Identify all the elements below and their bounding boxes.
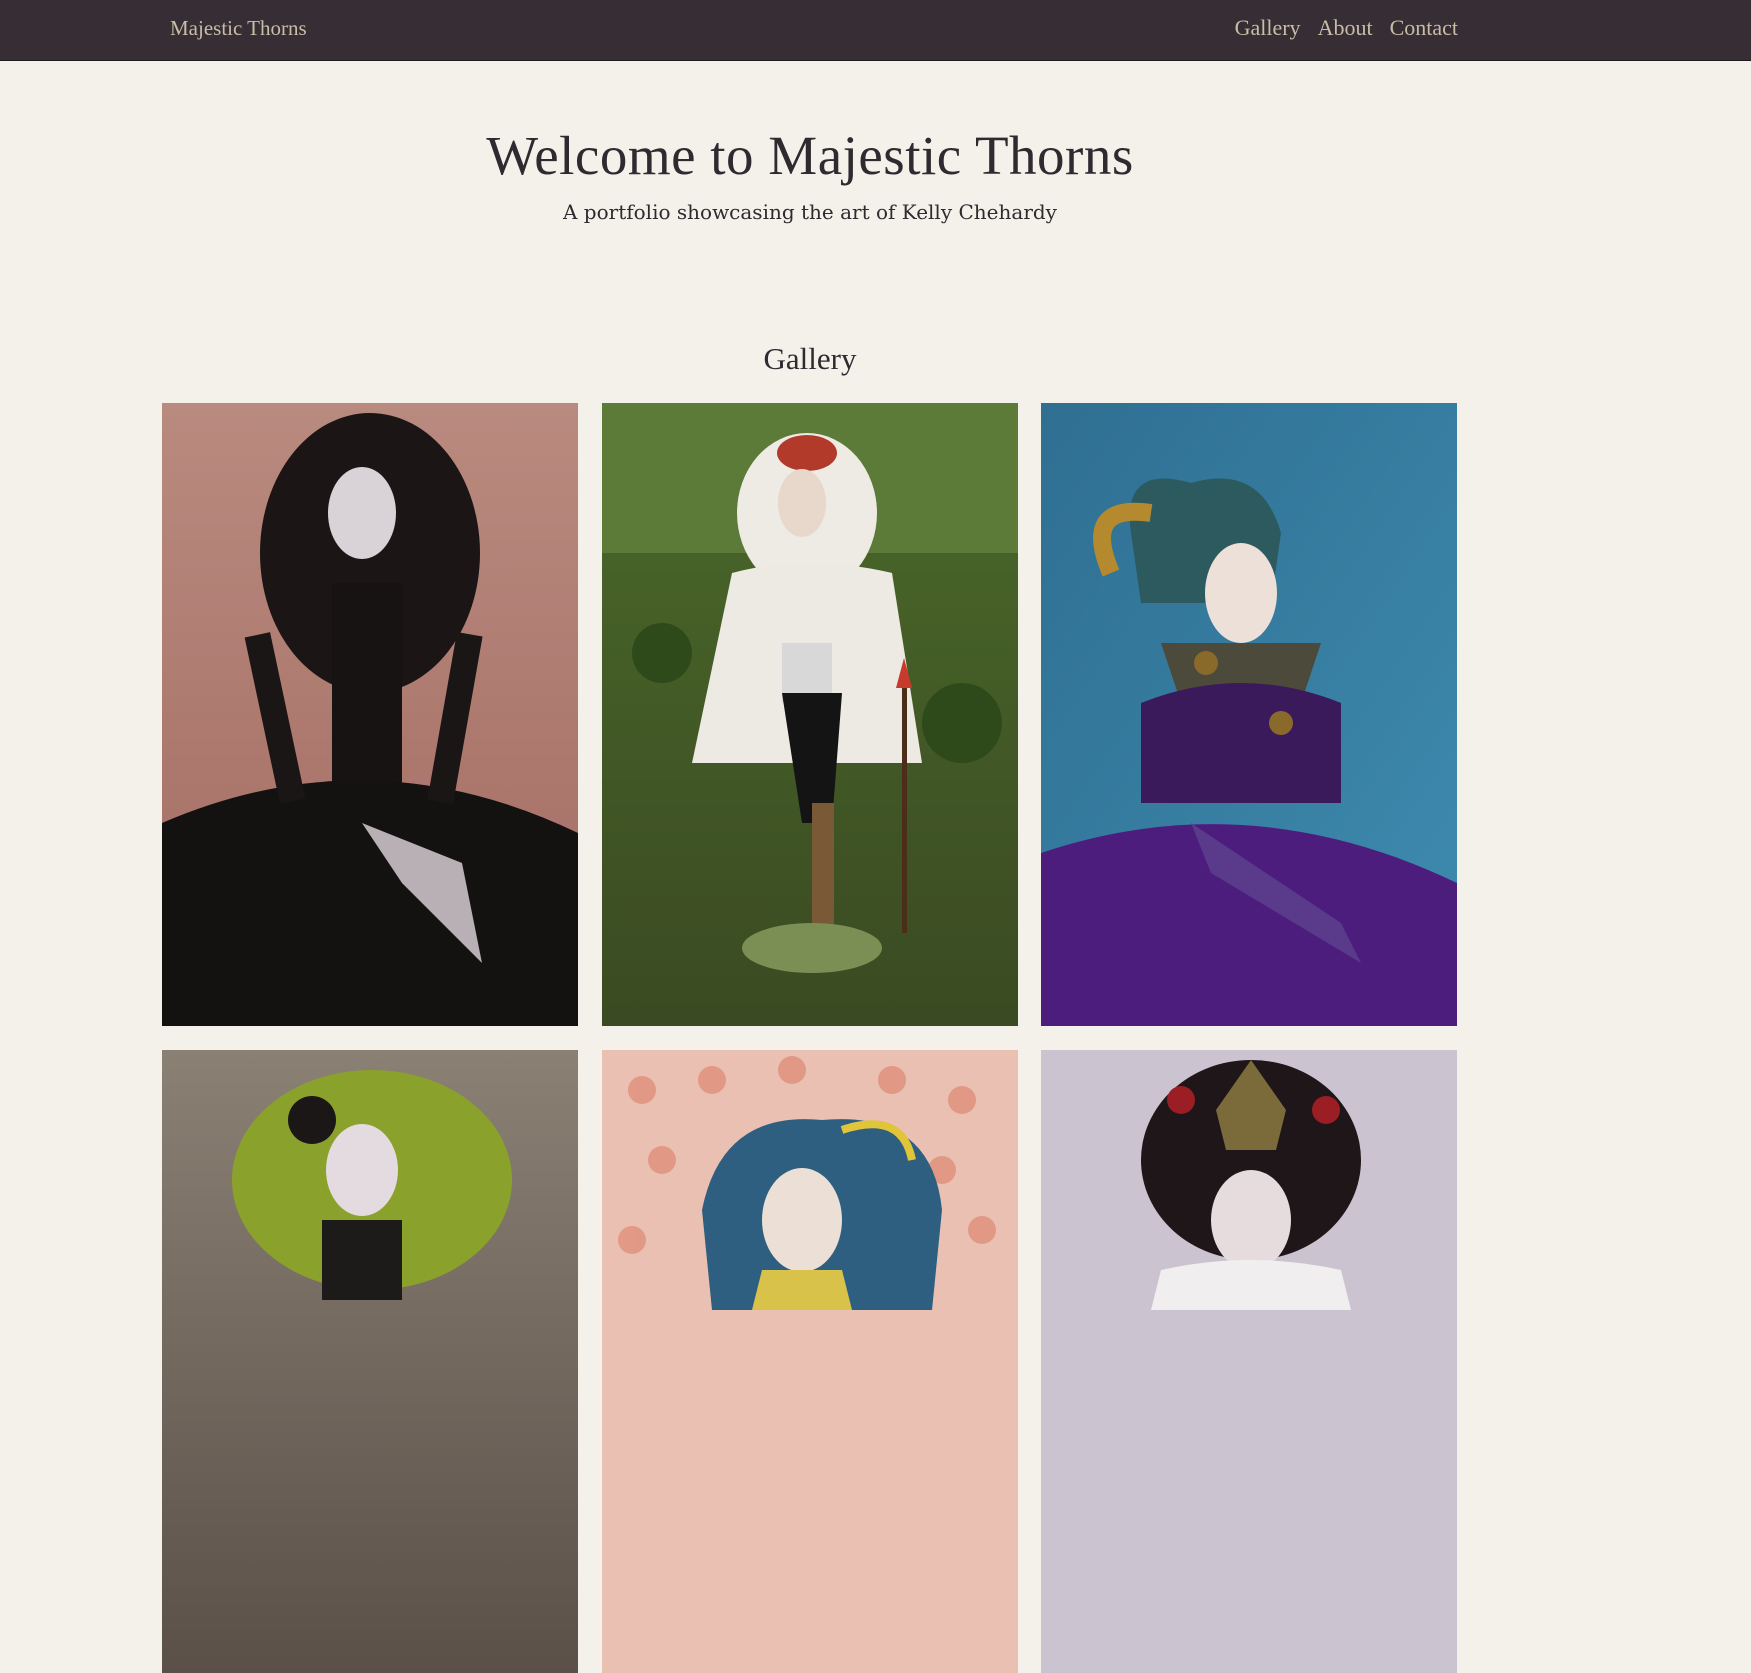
nav-links: Gallery About Contact <box>1235 15 1458 41</box>
gallery-photo-tiara-doll <box>1041 1050 1457 1673</box>
top-navbar: Majestic Thorns Gallery About Contact <box>0 0 1751 61</box>
hero-title: Welcome to Majestic Thorns <box>486 125 1134 186</box>
gallery-item-2[interactable] <box>602 403 1018 1026</box>
gallery-title: Gallery <box>763 341 857 376</box>
gallery-item-6[interactable] <box>1041 1050 1457 1673</box>
gallery-photo-gothic-doll <box>162 403 578 1026</box>
nav-link-contact[interactable]: Contact <box>1390 15 1458 41</box>
gallery-photo-blue-hair-doll <box>602 1050 1018 1673</box>
gallery-item-4[interactable] <box>162 1050 578 1673</box>
nav-link-gallery[interactable]: Gallery <box>1235 15 1301 41</box>
nav-link-about[interactable]: About <box>1318 15 1373 41</box>
gallery-item-3[interactable] <box>1041 403 1457 1026</box>
gallery-item-5[interactable] <box>602 1050 1018 1673</box>
gallery-item-1[interactable] <box>162 403 578 1026</box>
hero-subtitle: A portfolio showcasing the art of Kelly … <box>563 200 1057 224</box>
gallery-photo-harlequin-doll <box>1041 403 1457 1026</box>
gallery-photo-forest-doll <box>602 403 1018 1026</box>
brand-link[interactable]: Majestic Thorns <box>170 16 307 41</box>
gallery-photo-green-hair-doll <box>162 1050 578 1673</box>
